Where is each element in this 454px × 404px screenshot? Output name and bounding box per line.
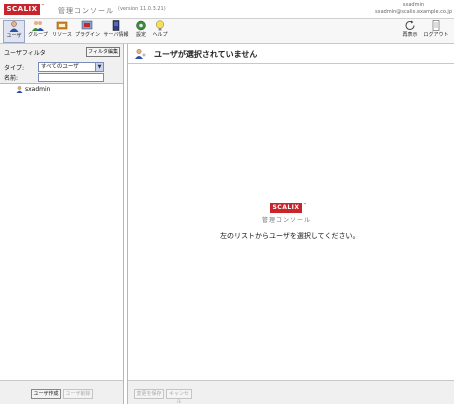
delete-user-button[interactable]: ユーザ削除 — [63, 389, 93, 399]
resource-icon — [56, 20, 68, 31]
toolbar-plugins-label: プラグイン — [75, 32, 101, 38]
logout-icon — [430, 20, 442, 31]
plugin-icon — [81, 20, 93, 31]
user-icon — [8, 21, 20, 32]
chevron-down-icon[interactable]: ▼ — [95, 63, 103, 71]
detail-footer: 変更を保存 キャンセル — [128, 380, 454, 404]
user-filter: ユーザフィルタ フィルタ編集 タイプ: すべてのユーザ ▼ 名前: — [0, 44, 123, 84]
name-label: 名前: — [4, 75, 19, 82]
group-icon — [32, 20, 44, 31]
toolbar-resources-label: リソース — [52, 32, 72, 38]
name-filter-input[interactable] — [38, 73, 104, 82]
toolbar-settings-label: 設定 — [135, 32, 146, 38]
version-label: (version 11.0.3.21) — [118, 6, 166, 12]
toolbar-logout-button[interactable]: ログアウト — [423, 20, 449, 43]
toolbar-groups-label: グループ — [28, 32, 48, 38]
help-icon — [154, 20, 166, 31]
app-header: SCALIX ™ 管理コンソール (version 11.0.3.21) sxa… — [0, 0, 454, 19]
user-list-item[interactable]: sxadmin — [16, 86, 50, 93]
main-toolbar: ユーザ グループ リソース プラグイン サーバ情報 設定 ヘルプ 再表示 ログア… — [0, 19, 454, 44]
toolbar-refresh-button[interactable]: 再表示 — [399, 20, 421, 43]
edit-filter-button[interactable]: フィルタ編集 — [86, 47, 120, 57]
user-icon — [16, 86, 23, 93]
toolbar-groups-button[interactable]: グループ — [27, 20, 49, 43]
scalix-logo: SCALIX — [4, 4, 40, 15]
toolbar-users-button[interactable]: ユーザ — [3, 20, 25, 43]
current-user-name: sxadmin — [402, 2, 424, 8]
user-icon — [134, 48, 146, 60]
toolbar-resources-button[interactable]: リソース — [51, 20, 73, 43]
user-detail-panel: ユーザが選択されていません SCALIX ™ 管理コンソール 左のリストからユー… — [127, 44, 454, 404]
select-user-message: 左のリストからユーザを選択してください。 — [220, 232, 360, 240]
server-info-icon — [110, 20, 122, 31]
center-subtitle: 管理コンソール — [262, 217, 312, 224]
toolbar-server-info-label: サーバ情報 — [103, 32, 129, 38]
refresh-icon — [404, 20, 416, 31]
type-label: タイプ: — [4, 65, 25, 72]
user-list-footer: ユーザ作成 ユーザ削除 — [0, 380, 123, 404]
scalix-center-logo: SCALIX — [270, 203, 302, 213]
create-user-button[interactable]: ユーザ作成 — [31, 389, 61, 399]
app-title: 管理コンソール — [58, 7, 114, 15]
settings-icon — [135, 20, 147, 31]
detail-header: ユーザが選択されていません — [128, 44, 454, 64]
toolbar-users-label: ユーザ — [6, 33, 22, 39]
user-filter-title: ユーザフィルタ — [4, 50, 46, 57]
user-type-select[interactable]: すべてのユーザ ▼ — [38, 62, 104, 72]
current-user-email: sxadmin@scalix.example.co.jp — [375, 9, 452, 15]
user-type-value: すべてのユーザ — [41, 64, 79, 70]
toolbar-server-info-button[interactable]: サーバ情報 — [103, 20, 129, 43]
user-list-panel: ユーザフィルタ フィルタ編集 タイプ: すべてのユーザ ▼ 名前: sxadmi… — [0, 44, 124, 404]
toolbar-help-label: ヘルプ — [152, 32, 168, 38]
save-changes-button[interactable]: 変更を保存 — [134, 389, 164, 399]
cancel-button[interactable]: キャンセル — [166, 389, 192, 404]
user-list-item-label: sxadmin — [25, 86, 51, 93]
toolbar-settings-button[interactable]: 設定 — [132, 20, 150, 43]
center-logo-trademark: ™ — [303, 202, 307, 207]
toolbar-logout-label: ログアウト — [423, 32, 449, 38]
detail-title: ユーザが選択されていません — [154, 50, 258, 59]
toolbar-help-button[interactable]: ヘルプ — [151, 20, 169, 43]
toolbar-plugins-button[interactable]: プラグイン — [75, 20, 101, 43]
toolbar-refresh-label: 再表示 — [402, 32, 418, 38]
logo-trademark: ™ — [41, 3, 45, 8]
